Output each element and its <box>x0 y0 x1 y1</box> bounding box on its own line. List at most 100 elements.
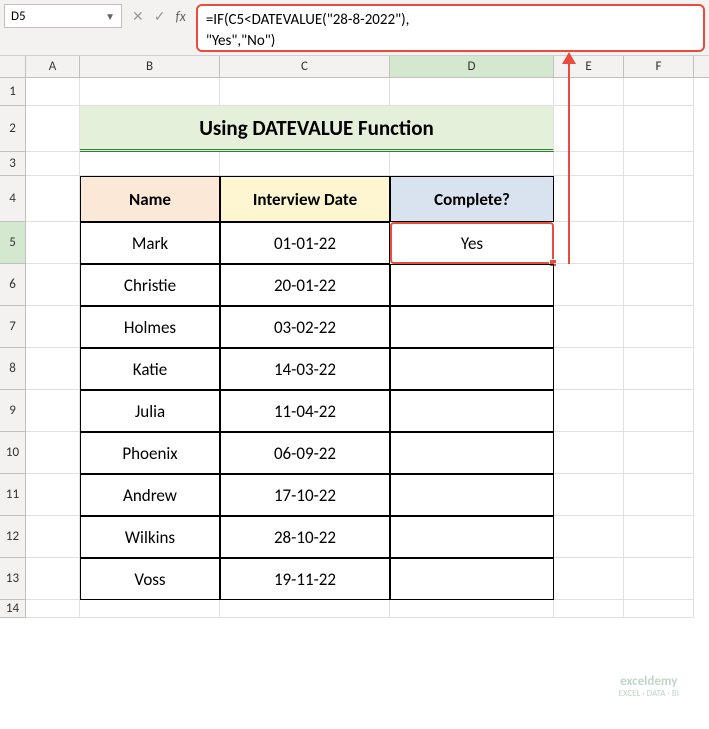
cell-F13[interactable] <box>624 558 694 600</box>
cell-complete-2[interactable] <box>390 306 554 348</box>
accept-icon[interactable]: ✓ <box>154 8 166 25</box>
cell-E9[interactable] <box>554 390 624 432</box>
cell-name-4[interactable]: Julia <box>80 390 220 432</box>
cell-A5[interactable] <box>26 222 80 264</box>
col-header-D[interactable]: D <box>390 56 554 77</box>
cell-date-4[interactable]: 11-04-22 <box>220 390 390 432</box>
title-cell[interactable]: Using DATEVALUE Function <box>80 106 554 152</box>
cell-A11[interactable] <box>26 474 80 516</box>
cell-name-3[interactable]: Katie <box>80 348 220 390</box>
select-all-corner[interactable] <box>0 56 26 77</box>
cell-F12[interactable] <box>624 516 694 558</box>
row-header-7[interactable]: 7 <box>0 306 26 348</box>
row-header-1[interactable]: 1 <box>0 78 26 106</box>
cell-complete-8[interactable] <box>390 558 554 600</box>
cell-A9[interactable] <box>26 390 80 432</box>
row-header-6[interactable]: 6 <box>0 264 26 306</box>
header-name[interactable]: Name <box>80 176 220 222</box>
header-complete[interactable]: Complete? <box>390 176 554 222</box>
cell-F14[interactable] <box>624 600 694 618</box>
cell-E7[interactable] <box>554 306 624 348</box>
cell-A6[interactable] <box>26 264 80 306</box>
cell-D1[interactable] <box>390 78 554 106</box>
cell-name-6[interactable]: Andrew <box>80 474 220 516</box>
col-header-F[interactable]: F <box>624 56 694 77</box>
row-header-13[interactable]: 13 <box>0 558 26 600</box>
cell-A1[interactable] <box>26 78 80 106</box>
cell-F3[interactable] <box>624 152 694 176</box>
cell-F11[interactable] <box>624 474 694 516</box>
cell-F5[interactable] <box>624 222 694 264</box>
cell-date-7[interactable]: 28-10-22 <box>220 516 390 558</box>
cell-E14[interactable] <box>554 600 624 618</box>
cell-E4[interactable] <box>554 176 624 222</box>
cell-E5[interactable] <box>554 222 624 264</box>
cell-date-2[interactable]: 03-02-22 <box>220 306 390 348</box>
cell-E12[interactable] <box>554 516 624 558</box>
col-header-A[interactable]: A <box>26 56 80 77</box>
cell-complete-3[interactable] <box>390 348 554 390</box>
cell-C3[interactable] <box>220 152 390 176</box>
cell-F7[interactable] <box>624 306 694 348</box>
cell-A10[interactable] <box>26 432 80 474</box>
cell-A14[interactable] <box>26 600 80 618</box>
row-header-3[interactable]: 3 <box>0 152 26 176</box>
cell-E3[interactable] <box>554 152 624 176</box>
cell-date-1[interactable]: 20-01-22 <box>220 264 390 306</box>
cell-A7[interactable] <box>26 306 80 348</box>
cell-name-7[interactable]: Wilkins <box>80 516 220 558</box>
col-header-B[interactable]: B <box>80 56 220 77</box>
cell-complete-4[interactable] <box>390 390 554 432</box>
row-header-8[interactable]: 8 <box>0 348 26 390</box>
cell-E11[interactable] <box>554 474 624 516</box>
cell-F1[interactable] <box>624 78 694 106</box>
cell-E6[interactable] <box>554 264 624 306</box>
row-header-2[interactable]: 2 <box>0 106 26 152</box>
cell-F9[interactable] <box>624 390 694 432</box>
cell-date-8[interactable]: 19-11-22 <box>220 558 390 600</box>
row-header-14[interactable]: 14 <box>0 600 26 618</box>
row-header-4[interactable]: 4 <box>0 176 26 222</box>
cell-complete-0[interactable]: Yes <box>390 222 554 264</box>
cell-E13[interactable] <box>554 558 624 600</box>
cell-date-3[interactable]: 14-03-22 <box>220 348 390 390</box>
cell-complete-6[interactable] <box>390 474 554 516</box>
cell-B3[interactable] <box>80 152 220 176</box>
cell-D14[interactable] <box>390 600 554 618</box>
row-header-11[interactable]: 11 <box>0 474 26 516</box>
cell-date-5[interactable]: 06-09-22 <box>220 432 390 474</box>
cell-F4[interactable] <box>624 176 694 222</box>
cell-C1[interactable] <box>220 78 390 106</box>
cell-name-5[interactable]: Phoenix <box>80 432 220 474</box>
cell-name-1[interactable]: Christie <box>80 264 220 306</box>
cell-E1[interactable] <box>554 78 624 106</box>
cell-name-0[interactable]: Mark <box>80 222 220 264</box>
cancel-icon[interactable]: ✕ <box>132 8 144 25</box>
cell-E2[interactable] <box>554 106 624 152</box>
cell-date-6[interactable]: 17-10-22 <box>220 474 390 516</box>
cell-F6[interactable] <box>624 264 694 306</box>
cell-F8[interactable] <box>624 348 694 390</box>
row-header-10[interactable]: 10 <box>0 432 26 474</box>
cell-A12[interactable] <box>26 516 80 558</box>
cell-complete-7[interactable] <box>390 516 554 558</box>
cell-complete-5[interactable] <box>390 432 554 474</box>
cell-date-0[interactable]: 01-01-22 <box>220 222 390 264</box>
cell-A4[interactable] <box>26 176 80 222</box>
cell-A13[interactable] <box>26 558 80 600</box>
cell-complete-1[interactable] <box>390 264 554 306</box>
cell-E8[interactable] <box>554 348 624 390</box>
cell-A3[interactable] <box>26 152 80 176</box>
name-box[interactable]: D5 ▼ <box>4 4 122 28</box>
cell-A2[interactable] <box>26 106 80 152</box>
cell-B14[interactable] <box>80 600 220 618</box>
cell-F2[interactable] <box>624 106 694 152</box>
cell-D3[interactable] <box>390 152 554 176</box>
row-header-9[interactable]: 9 <box>0 390 26 432</box>
formula-input[interactable]: =IF(C5<DATEVALUE("28-8-2022"), "Yes","No… <box>196 4 705 52</box>
fx-label[interactable]: fx <box>175 8 185 25</box>
col-header-C[interactable]: C <box>220 56 390 77</box>
cell-A8[interactable] <box>26 348 80 390</box>
cell-C14[interactable] <box>220 600 390 618</box>
cell-F10[interactable] <box>624 432 694 474</box>
